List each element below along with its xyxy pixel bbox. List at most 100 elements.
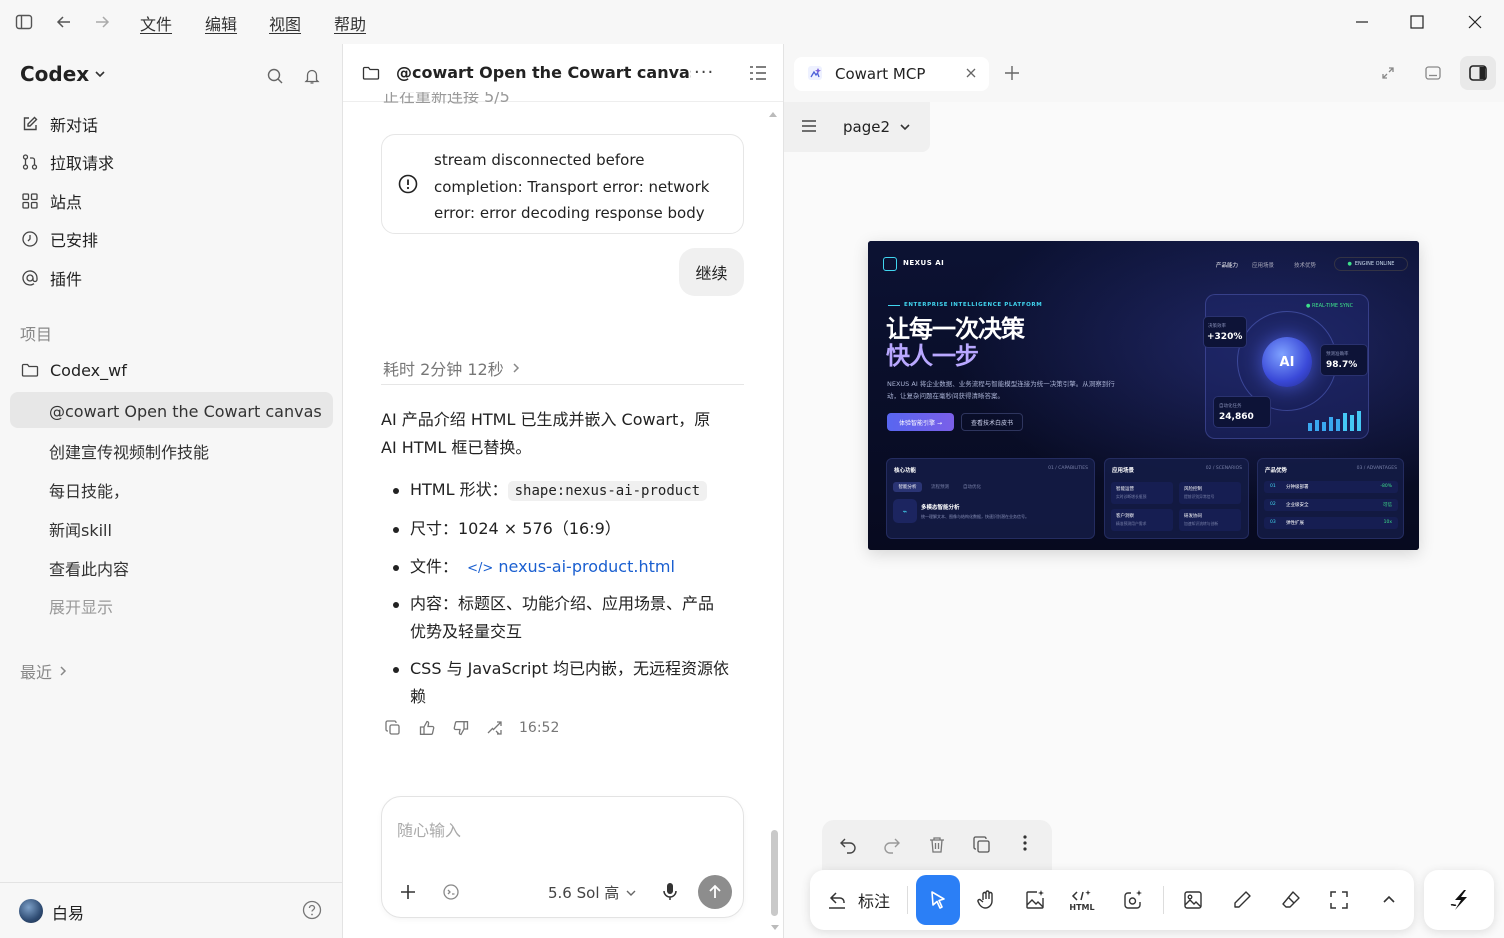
search-icon[interactable] — [265, 66, 285, 86]
html-shape-preview[interactable]: NEXUS AI 产品能力 应用场景 技术优势 ● ENGINE ONLINE E… — [868, 241, 1419, 550]
ai-html-icon — [1071, 889, 1093, 903]
nav-new-chat[interactable]: 新对话 — [20, 112, 98, 136]
preview-stat-card: 自动化任务 24,860 — [1213, 396, 1271, 428]
permissions-icon[interactable] — [442, 883, 460, 901]
back-arrow-icon[interactable] — [52, 10, 76, 34]
ai-image-icon[interactable] — [1021, 886, 1049, 914]
chat-title: @cowart Open the Cowart canvas fo — [396, 63, 691, 82]
preview-headline-accent: 快人一步 — [886, 342, 979, 370]
tab-cowart-mcp[interactable]: Cowart MCP — [794, 57, 989, 91]
expand-icon[interactable] — [1381, 66, 1395, 80]
branch-icon[interactable] — [485, 718, 505, 738]
scroll-down-icon[interactable] — [770, 924, 780, 932]
close-window-icon[interactable] — [1463, 10, 1487, 34]
page-name: page2 — [843, 118, 891, 136]
composer: 随心输入 5.6 Sol 高 — [381, 796, 744, 918]
frame-icon[interactable] — [1325, 886, 1353, 914]
hamburger-menu-icon[interactable] — [801, 119, 817, 133]
message-input[interactable]: 随心输入 — [397, 817, 461, 841]
eraser-icon[interactable] — [1277, 886, 1305, 914]
redo-icon[interactable] — [883, 836, 901, 854]
chat-scrollbar[interactable] — [771, 830, 778, 916]
preview-stat-card: 预测准确率 98.7% — [1320, 344, 1368, 376]
html-tool-label: HTML — [1069, 902, 1095, 912]
edit-icon — [20, 114, 40, 134]
menu-help[interactable]: 帮助 — [334, 11, 366, 35]
expand-threads-link[interactable]: 展开显示 — [49, 594, 113, 618]
nav-plugins[interactable]: 插件 — [20, 266, 82, 290]
trash-icon[interactable] — [928, 836, 946, 854]
folder-icon — [20, 360, 40, 380]
preview-card-advantages: 产品优势 03 / ADVANTAGES 01 分钟级部署 -80% 02 企业级安全… — [1257, 458, 1404, 539]
message-time: 16:52 — [519, 720, 560, 736]
folder-icon — [362, 64, 380, 82]
minimize-icon[interactable] — [1350, 10, 1374, 34]
new-tab-plus-icon[interactable] — [1003, 64, 1021, 82]
plus-icon[interactable] — [399, 883, 417, 901]
thread-item[interactable]: 创建宣传视频制作技能 — [49, 439, 209, 463]
panel-right-toggle[interactable] — [1460, 56, 1496, 90]
nav-sites[interactable]: 站点 — [20, 189, 82, 213]
preview-headline: 让每一次决策 — [886, 315, 1025, 343]
ai-video-icon[interactable] — [1119, 886, 1147, 914]
duplicate-icon[interactable] — [973, 836, 991, 854]
annotate-icon — [826, 889, 848, 911]
arrow-up-icon — [707, 884, 723, 900]
preview-stat-card: 决策效率 +320% — [1203, 316, 1247, 348]
projects-heading: 项目 — [20, 325, 53, 344]
preview-nav-item: 技术优势 — [1294, 263, 1317, 269]
sidebar-toggle-icon[interactable] — [12, 10, 36, 34]
maximize-icon[interactable] — [1405, 10, 1429, 34]
thread-item[interactable]: 每日技能， — [49, 478, 129, 502]
thread-item-active[interactable]: @cowart Open the Cowart canvas f — [49, 402, 321, 421]
menu-edit[interactable]: 编辑 — [205, 11, 237, 35]
select-tool-active[interactable] — [916, 875, 960, 925]
file-link[interactable]: nexus-ai-product.html — [498, 557, 675, 576]
thread-item[interactable]: 新闻skill — [49, 517, 112, 541]
task-list-icon[interactable] — [749, 65, 767, 81]
user-message: 继续 — [679, 248, 744, 296]
thread-item[interactable]: 查看此内容 — [49, 556, 129, 580]
menu-view[interactable]: 视图 — [269, 11, 301, 35]
microphone-icon[interactable] — [662, 882, 678, 902]
forward-arrow-icon[interactable] — [90, 10, 114, 34]
thumbs-down-icon[interactable] — [451, 718, 471, 738]
shape-code[interactable]: shape:nexus-ai-product — [507, 481, 708, 501]
message-actions: 16:52 — [383, 718, 559, 738]
help-icon[interactable] — [302, 900, 322, 920]
avatar[interactable] — [19, 899, 43, 923]
nav-label: 已安排 — [50, 231, 99, 250]
nav-label: 站点 — [50, 193, 83, 212]
undo-icon[interactable] — [839, 836, 857, 854]
send-button[interactable] — [698, 875, 732, 909]
menu-file[interactable]: 文件 — [140, 11, 172, 35]
copy-icon[interactable] — [383, 718, 403, 738]
close-icon[interactable] — [965, 67, 977, 79]
image-icon[interactable] — [1179, 886, 1207, 914]
project-folder[interactable]: Codex_wf — [20, 360, 127, 380]
recent-label: 最近 — [20, 663, 53, 682]
html-tool[interactable]: HTML — [1068, 886, 1096, 914]
thumbs-up-icon[interactable] — [417, 718, 437, 738]
brand-name: Codex — [20, 62, 90, 86]
quick-action-button[interactable] — [1424, 870, 1494, 930]
more-horizontal-icon[interactable]: ··· — [694, 62, 714, 83]
bell-icon[interactable] — [302, 66, 322, 86]
more-vertical-icon[interactable] — [1023, 834, 1027, 852]
sidebar: Codex 新对话 拉取请求 站点 已安排 插件 项目 Codex_wf @co… — [0, 44, 343, 938]
pencil-icon[interactable] — [1228, 886, 1256, 914]
chevron-right-icon — [56, 664, 70, 678]
annotate-tool[interactable]: 标注 — [826, 888, 890, 912]
elapsed-toggle[interactable]: 耗时 2分钟 12秒 — [383, 356, 522, 380]
model-selector[interactable]: 5.6 Sol 高 — [548, 882, 637, 903]
workspace-switcher[interactable]: Codex — [20, 62, 107, 86]
page-selector[interactable]: page2 — [784, 102, 930, 152]
scroll-up-icon[interactable] — [768, 110, 778, 118]
recent-section[interactable]: 最近 — [20, 659, 70, 683]
panel-bottom-icon[interactable] — [1424, 64, 1442, 82]
pull-request-icon — [20, 152, 40, 172]
chevron-up-icon[interactable] — [1375, 886, 1403, 914]
nav-pull-requests[interactable]: 拉取请求 — [20, 150, 114, 174]
hand-icon[interactable] — [973, 886, 1001, 914]
nav-scheduled[interactable]: 已安排 — [20, 227, 98, 251]
